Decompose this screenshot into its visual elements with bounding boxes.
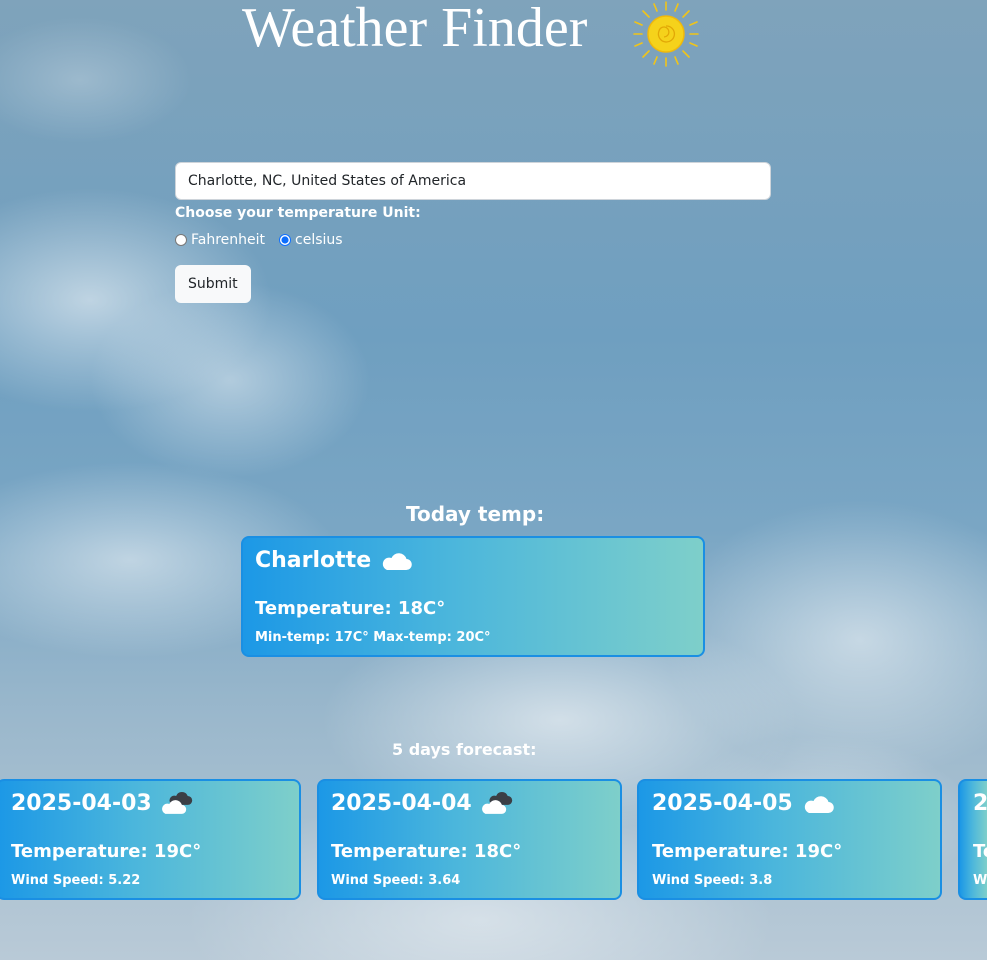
celsius-radio[interactable] (279, 234, 292, 246)
forecast-card: 2025-04-04 Temperature: 18C° Wind Speed:… (317, 779, 622, 900)
submit-button[interactable]: Submit (175, 265, 251, 303)
celsius-label: celsius (295, 232, 343, 248)
today-weather-card: Charlotte Temperature: 18C° Min-temp: 17… (241, 536, 705, 657)
forecast-card-header: 2025-04-03 (11, 791, 194, 816)
fahrenheit-option[interactable]: Fahrenheit (175, 232, 265, 248)
celsius-option[interactable]: celsius (279, 232, 343, 248)
forecast-temperature: Temperature: 18C° (331, 841, 522, 862)
forecast-date: 2025-04-05 (652, 791, 793, 816)
forecast-date: 2025-04-04 (331, 791, 472, 816)
forecast-card-header: 2 (973, 791, 987, 816)
cloudy-icon (481, 791, 512, 814)
today-min-max: Min-temp: 17C° Max-temp: 20C° (255, 630, 491, 645)
today-temperature: Temperature: 18C° (255, 598, 446, 619)
forecast-date: 2 (973, 791, 987, 816)
sun-icon (633, 1, 699, 67)
city-input[interactable] (175, 162, 771, 200)
cloud-icon (382, 552, 412, 570)
today-city-name: Charlotte (255, 548, 372, 573)
cloud-icon (804, 795, 834, 813)
unit-radio-group: Fahrenheit celsius (175, 231, 771, 249)
forecast-wind-speed: Wind Speed: 5.22 (11, 873, 141, 888)
fahrenheit-label: Fahrenheit (191, 232, 266, 248)
weather-search-form: Choose your temperature Unit: Fahrenheit… (175, 162, 771, 303)
forecast-card-header: 2025-04-05 (652, 791, 835, 816)
forecast-card: 2025-04-05 Temperature: 19C° Wind Speed:… (637, 779, 942, 900)
forecast-card: 2025-04-03 Temperature: 19C° Wind Speed:… (0, 779, 301, 900)
today-card-header: Charlotte (255, 548, 413, 573)
page-title: Weather Finder (242, 0, 588, 59)
forecast-card: 2 Te W (958, 779, 987, 900)
forecast-wind-speed: Wind Speed: 3.8 (652, 873, 773, 888)
forecast-wind-speed: W (973, 873, 987, 888)
forecast-section-title: 5 days forecast: (392, 740, 537, 759)
fahrenheit-radio[interactable] (175, 234, 187, 246)
forecast-date: 2025-04-03 (11, 791, 152, 816)
forecast-temperature: Temperature: 19C° (652, 841, 843, 862)
forecast-wind-speed: Wind Speed: 3.64 (331, 873, 461, 888)
forecast-card-header: 2025-04-04 (331, 791, 514, 816)
today-section-title: Today temp: (406, 502, 545, 526)
forecast-temperature: Te (973, 841, 987, 862)
unit-label: Choose your temperature Unit: (175, 205, 421, 221)
forecast-temperature: Temperature: 19C° (11, 841, 202, 862)
cloudy-icon (161, 791, 192, 814)
